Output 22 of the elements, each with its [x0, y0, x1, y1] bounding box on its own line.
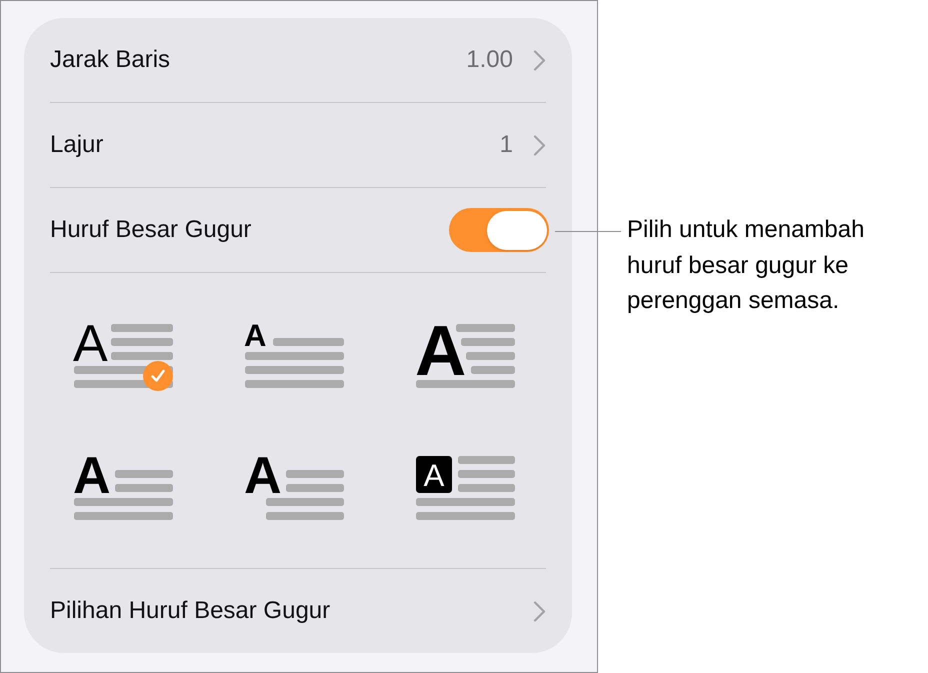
row-label: Jarak Baris	[50, 45, 170, 75]
letter-tile-icon	[416, 456, 452, 492]
paragraph-lines-icon	[416, 324, 515, 388]
row-label: Lajur	[50, 130, 104, 160]
checkmark-icon	[143, 361, 173, 391]
drop-cap-style-option[interactable]: A	[416, 452, 516, 523]
row-value: 1	[500, 130, 513, 160]
paragraph-lines-icon	[416, 456, 515, 520]
chevron-right-icon[interactable]	[533, 600, 546, 622]
drop-cap-style-option[interactable]: A	[416, 320, 516, 391]
drop-cap-style-option[interactable]: A	[245, 320, 345, 391]
row-label: Huruf Besar Gugur	[50, 215, 252, 245]
drop-cap-style-option[interactable]: A	[74, 452, 174, 523]
toggle-knob[interactable]	[486, 210, 546, 250]
drop-cap-style-option[interactable]: A	[74, 320, 174, 391]
toggle-switch[interactable]	[449, 208, 549, 252]
row-label: Pilihan Huruf Besar Gugur	[50, 596, 330, 626]
row-value: 1.00	[466, 45, 513, 75]
chevron-right-icon[interactable]	[533, 134, 546, 156]
chevron-right-icon[interactable]	[533, 50, 546, 70]
drop-cap-style-option[interactable]: A	[245, 452, 345, 523]
callout-text: Pilih untuk menambah huruf besar gugur ke perenggan semasa.	[627, 215, 866, 316]
